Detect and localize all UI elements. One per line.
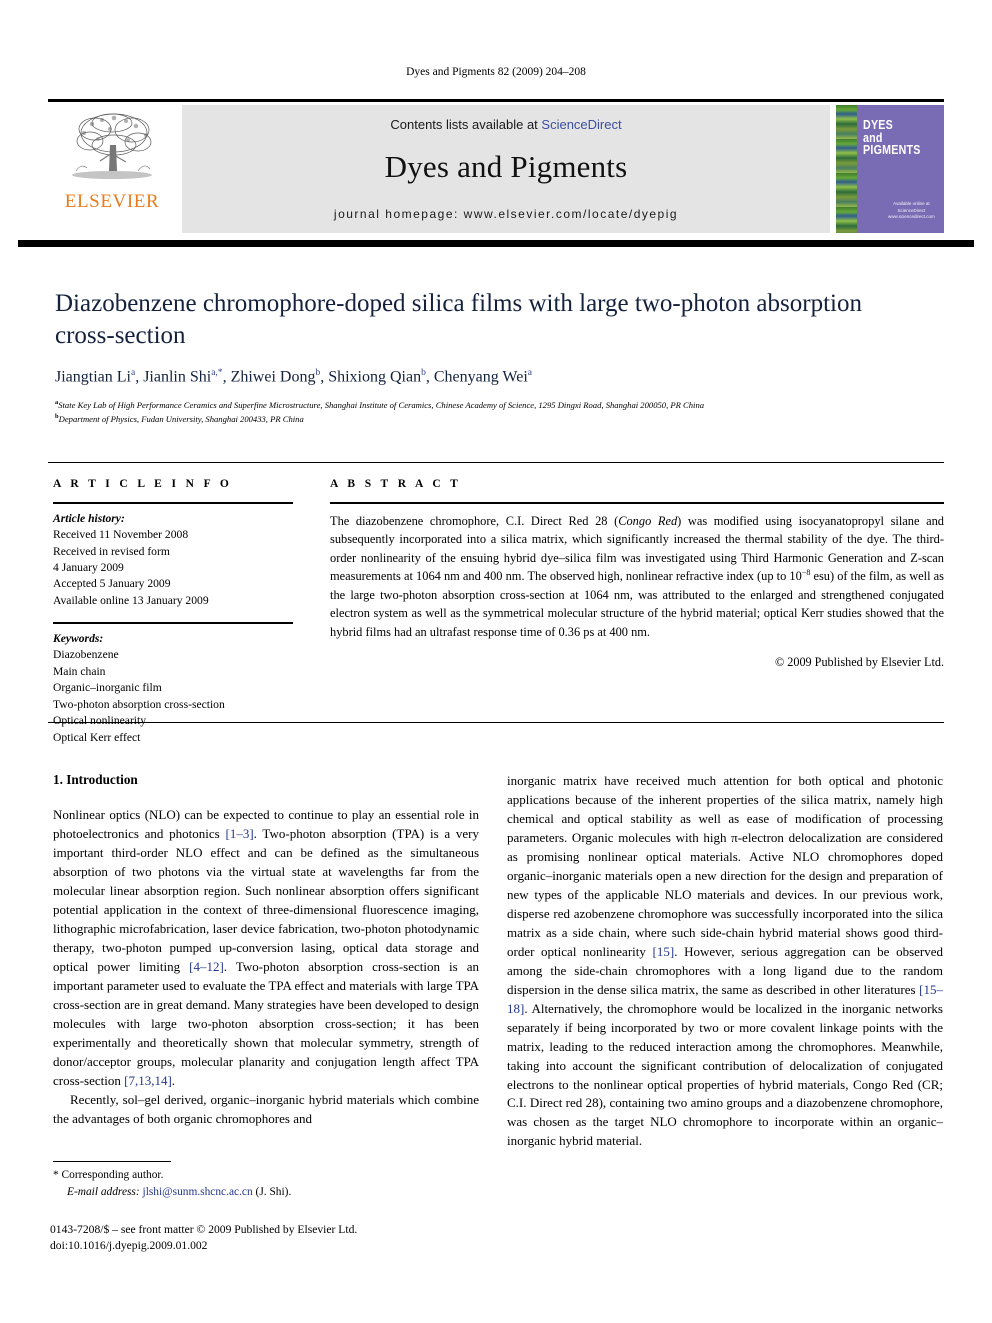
article-history-item: Received in revised form [53, 544, 170, 558]
abstract-column: A B S T R A C T The diazobenzene chromop… [330, 478, 944, 670]
article-history-block: Article history: Received 11 November 20… [53, 511, 293, 610]
issn-front-matter: 0143-7208/$ – see front matter © 2009 Pu… [50, 1223, 358, 1236]
keyword-item: Organic–inorganic film [53, 681, 162, 695]
intro-l-p1d: . [171, 1072, 176, 1088]
keywords-items: Diazobenzene Main chain Organic–inorganic … [53, 647, 293, 746]
email-label: E-mail address: [67, 1185, 140, 1198]
keywords-label: Keywords: [53, 631, 104, 645]
footnote-block: * Corresponding author. E-mail address: … [53, 1167, 483, 1200]
elsevier-wordmark: ELSEVIER [64, 191, 160, 212]
author-affiliation-marker: a,* [211, 368, 223, 378]
affiliation-marker: b [55, 412, 59, 420]
journal-header: ELSEVIER Contents lists available at Sci… [48, 99, 944, 233]
citation-7-13-14[interactable]: [7,13,14] [124, 1073, 172, 1088]
abstract-text: The diazobenzene chromophore, C.I. Direc… [330, 512, 944, 642]
author-affiliation-marker: a [527, 368, 532, 378]
introduction-heading: 1. Introduction [53, 772, 138, 787]
body-column-right: inorganic matrix have received much atte… [507, 772, 943, 1151]
affiliation-list: aState Key Lab of High Performance Ceram… [55, 398, 935, 426]
journal-article-page: Dyes and Pigments 82 (2009) 204–208 ELSE… [0, 0, 992, 1323]
header-bottom-rule [18, 240, 974, 247]
intro-r-p1a: inorganic matrix have received much atte… [507, 773, 943, 959]
affiliation-item: bDepartment of Physics, Fudan University… [55, 412, 304, 424]
intro-paragraph-2-cont: inorganic matrix have received much atte… [507, 772, 943, 1151]
cover-art-strip [836, 105, 857, 233]
keyword-item: Optical Kerr effect [53, 730, 141, 744]
keyword-item: Main chain [53, 664, 106, 678]
citation-1-3[interactable]: [1–3] [226, 826, 254, 841]
footnote-rule [53, 1161, 171, 1163]
article-history-item: Accepted 5 January 2009 [53, 577, 171, 591]
abstract-divider [330, 502, 944, 504]
elsevier-logo: ELSEVIER [48, 105, 176, 233]
abstract-congo-red: Congo Red [618, 513, 678, 528]
header-top-rule [48, 99, 944, 102]
article-history-item: Received 11 November 2008 [53, 528, 189, 542]
journal-cover-thumbnail: DYES and PIGMENTS Available online at Sc… [836, 105, 944, 233]
author-affiliation-marker: b [315, 368, 321, 378]
cover-sciencedirect-mark: Available online at ScienceDirect www.sc… [888, 201, 935, 221]
doi-line: doi:10.1016/j.dyepig.2009.01.002 [50, 1239, 208, 1253]
article-info-column: A R T I C L E I N F O Article history: R… [53, 478, 293, 746]
journal-homepage-link[interactable]: journal homepage: www.elsevier.com/locat… [334, 207, 678, 221]
citation-15[interactable]: [15] [653, 944, 675, 959]
email-line: E-mail address: jlshi@sunm.shcnc.ac.cn (… [53, 1184, 483, 1201]
running-head: Dyes and Pigments 82 (2009) 204–208 [406, 66, 586, 78]
body-column-left: 1. Introduction Nonlinear optics (NLO) c… [53, 772, 479, 1128]
page-title: Diazobenzene chromophore-doped silica fi… [55, 290, 862, 349]
journal-title-band: Contents lists available at ScienceDirec… [182, 105, 830, 233]
keyword-item: Diazobenzene [53, 648, 119, 662]
journal-title: Dyes and Pigments [384, 149, 628, 184]
imprint-block: 0143-7208/$ – see front matter © 2009 Pu… [50, 1222, 520, 1255]
keyword-item: Two-photon absorption cross-section [53, 697, 225, 711]
corresponding-author-note: * Corresponding author. [53, 1169, 164, 1181]
article-info-divider [53, 502, 293, 504]
contents-available-line: Contents lists available at ScienceDirec… [390, 117, 621, 132]
cover-title: DYES and PIGMENTS [863, 118, 921, 158]
info-section-bottom-rule [48, 722, 944, 723]
sciencedirect-link[interactable]: ScienceDirect [541, 117, 621, 132]
intro-l-p1b: . Two-photon absorption (TPA) is a very … [53, 825, 479, 974]
intro-paragraph-1: Nonlinear optics (NLO) can be expected t… [53, 806, 479, 1091]
author-name: Jiangtian Li [55, 368, 131, 386]
contents-prefix: Contents lists available at [390, 117, 542, 132]
intro-r-p1c: . Alternatively, the chromophore would b… [507, 1000, 943, 1149]
article-history-items: Received 11 November 2008 Received in rev… [53, 527, 293, 609]
author-name: Jianlin Shi [143, 368, 212, 386]
article-history-item: 4 January 2009 [53, 560, 124, 574]
article-history-label: Article history: [53, 511, 125, 525]
author-name: Shixiong Qian [328, 368, 422, 386]
article-info-heading: A R T I C L E I N F O [53, 478, 233, 490]
keywords-divider [53, 622, 293, 624]
intro-paragraph-2: Recently, sol–gel derived, organic–inorg… [53, 1091, 479, 1126]
affiliation-item: aState Key Lab of High Performance Ceram… [55, 399, 705, 410]
cover-sd-brand: ScienceDirect [897, 207, 926, 213]
citation-4-12[interactable]: [4–12] [189, 959, 224, 974]
cover-title-line3: PIGMENTS [863, 142, 921, 158]
email-address-link[interactable]: jlshi@sunm.shcnc.ac.cn [143, 1186, 253, 1198]
affiliation-marker: a [55, 399, 59, 406]
keywords-block: Keywords: Diazobenzene Main chain Organic–… [53, 631, 293, 746]
info-section-top-rule [48, 462, 944, 463]
intro-l-p1c: . Two-photon absorption cross-section is… [53, 958, 479, 1088]
article-history-item: Available online 13 January 2009 [53, 593, 209, 607]
elsevier-tree-icon [72, 113, 152, 179]
author-affiliation-marker: a [130, 368, 136, 378]
email-suffix: (J. Shi). [255, 1185, 292, 1198]
abstract-heading: A B S T R A C T [330, 478, 462, 490]
author-list: Jiangtian Lia, Jianlin Shia,*, Zhiwei Do… [55, 368, 532, 386]
author-name: Chenyang Wei [433, 368, 528, 386]
abstract-copyright: © 2009 Published by Elsevier Ltd. [774, 654, 944, 669]
cover-sd-note: Available online at [893, 200, 930, 206]
abstract-part1: The diazobenzene chromophore, C.I. Direc… [330, 513, 619, 528]
author-name: Zhiwei Dong [230, 368, 316, 386]
cover-sd-url: www.sciencedirect.com [888, 214, 935, 220]
author-affiliation-marker: b [421, 368, 426, 378]
